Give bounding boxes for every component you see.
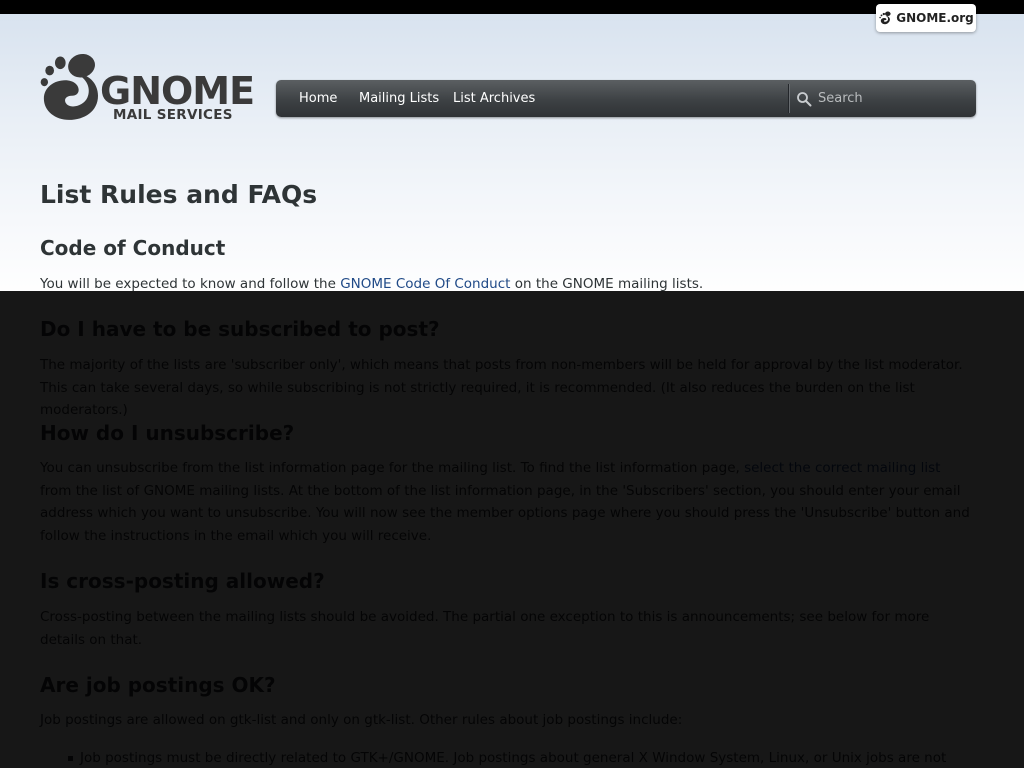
search-input[interactable] [818,91,958,106]
list-item: Job postings must be directly related to… [40,747,980,768]
section-heading-unsubscribe: How do I unsubscribe? [40,421,295,445]
section-heading-cross-posting: Is cross-posting allowed? [40,569,325,593]
code-of-conduct-link[interactable]: GNOME Code Of Conduct [340,276,510,292]
main-navigation: Home Mailing Lists List Archives [276,80,976,117]
nav-item-list-archives[interactable]: List Archives [453,80,535,117]
unsubscribe-text: You can unsubscribe from the list inform… [40,460,970,544]
gnome-foot-icon [879,11,891,25]
logo-wordmark: GNOME [100,69,255,113]
gnome-foot-logo-icon [40,53,98,120]
nav-item-mailing-lists[interactable]: Mailing Lists [359,80,439,117]
nav-divider [788,84,789,113]
job-postings-rules-list: Job postings must be directly related to… [40,747,980,768]
section-heading-job-postings: Are job postings OK? [40,673,276,697]
page-title: List Rules and FAQs [40,180,318,209]
gnome-org-link[interactable]: GNOME.org [876,4,976,32]
section-heading-subscribe-to-post: Do I have to be subscribed to post? [40,317,440,341]
section-heading-code-of-conduct: Code of Conduct [40,236,226,260]
job-postings-text: Job postings are allowed on gtk-list and… [40,712,683,728]
subscribe-to-post-text: The majority of the lists are 'subscribe… [40,357,963,418]
logo-subtitle: MAIL SERVICES [113,107,233,123]
code-of-conduct-text: You will be expected to know and follow … [40,276,704,292]
gnome-mail-services-logo[interactable]: GNOME MAIL SERVICES [40,52,255,124]
gnome-org-label: GNOME.org [896,11,974,25]
search-icon [797,91,812,106]
select-mailing-list-link[interactable]: select the correct mailing list [744,460,940,476]
nav-item-home[interactable]: Home [299,80,337,117]
top-black-bar [0,0,1024,14]
search-box [796,85,971,112]
cross-posting-text: Cross-posting between the mailing lists … [40,609,930,648]
